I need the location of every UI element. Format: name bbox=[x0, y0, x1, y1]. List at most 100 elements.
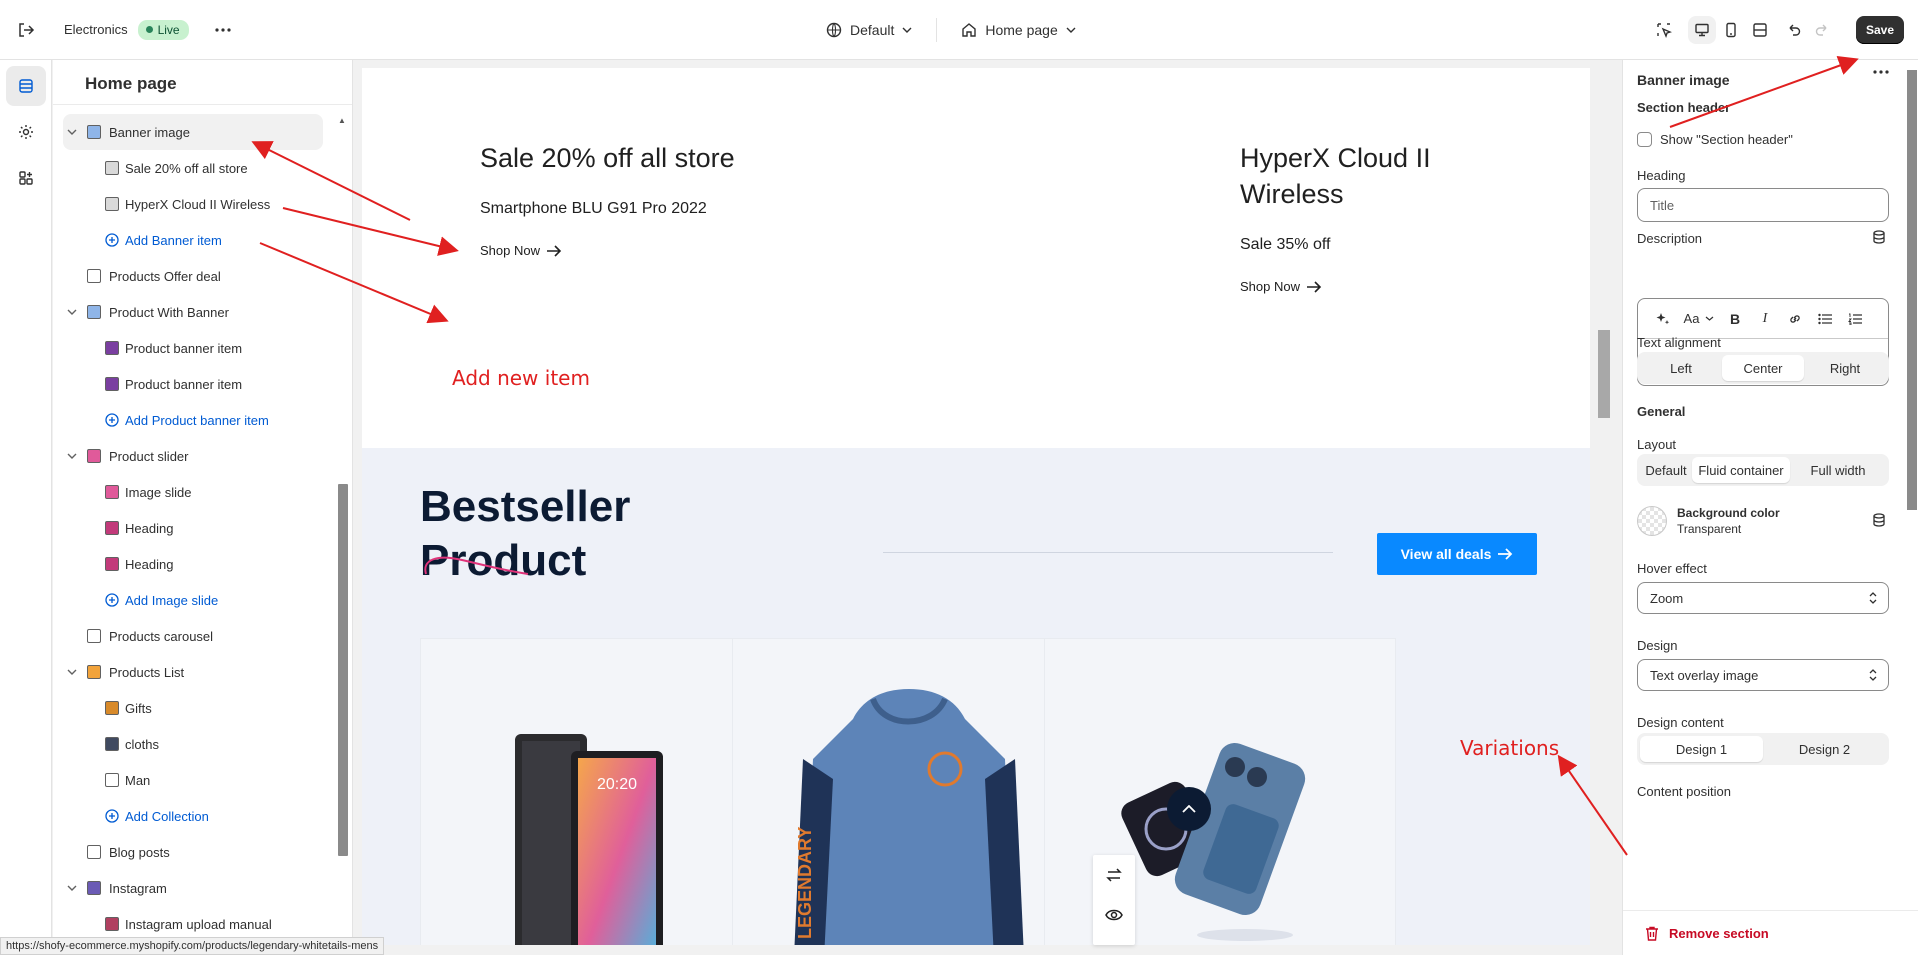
align-left-option[interactable]: Left bbox=[1640, 355, 1722, 381]
block-item[interactable]: Gifts bbox=[63, 690, 323, 726]
block-item[interactable]: Image slide bbox=[63, 474, 323, 510]
chevron-down-icon bbox=[1066, 27, 1076, 33]
dynamic-source-button[interactable] bbox=[1872, 513, 1886, 527]
heading-input[interactable]: Title bbox=[1637, 188, 1889, 222]
app-embeds-tab[interactable] bbox=[6, 158, 46, 198]
page-selector[interactable]: Home page bbox=[953, 16, 1083, 44]
plus-circle-icon bbox=[105, 593, 119, 607]
block-item[interactable]: Heading bbox=[63, 546, 323, 582]
bg-color-label: Background color bbox=[1677, 506, 1780, 520]
chevron-down-icon bbox=[1706, 316, 1714, 321]
block-item[interactable]: Sale 20% off all store bbox=[63, 150, 323, 186]
chevron-down-icon[interactable] bbox=[67, 125, 77, 139]
scroll-up-arrow[interactable]: ▲ bbox=[338, 116, 346, 125]
product-card[interactable]: LEGENDARY bbox=[732, 638, 1084, 945]
chevron-down-icon[interactable] bbox=[67, 449, 77, 463]
product-banner-icon bbox=[105, 341, 119, 355]
save-button[interactable]: Save bbox=[1856, 16, 1904, 44]
bestseller-section[interactable]: BestsellerProduct View all deals 20:20 bbox=[362, 448, 1590, 945]
item-label: Product banner item bbox=[125, 377, 243, 392]
desktop-view-button[interactable] bbox=[1688, 16, 1716, 44]
more-actions-button[interactable] bbox=[211, 18, 235, 42]
theme-selector[interactable]: Default bbox=[818, 16, 920, 44]
preview-scrollbar[interactable] bbox=[1598, 68, 1610, 945]
shop-now-link[interactable]: Shop Now bbox=[1240, 279, 1322, 294]
section-item[interactable]: Banner image bbox=[63, 114, 323, 150]
top-bar: Electronics Live Default Home page Save bbox=[0, 0, 1918, 60]
section-item[interactable]: Blog posts bbox=[63, 834, 323, 870]
mobile-view-button[interactable] bbox=[1717, 16, 1745, 44]
layout-fluid-option[interactable]: Fluid container bbox=[1692, 457, 1790, 483]
block-item[interactable]: Heading bbox=[63, 510, 323, 546]
design-2-option[interactable]: Design 2 bbox=[1763, 736, 1886, 762]
section-item[interactable]: Products carousel bbox=[63, 618, 323, 654]
inspector-button[interactable] bbox=[1650, 16, 1678, 44]
chevron-down-icon[interactable] bbox=[67, 665, 77, 679]
settings-panel: Banner image Section header Show "Sectio… bbox=[1622, 60, 1918, 955]
banner-section[interactable]: Sale 20% off all store Smartphone BLU G9… bbox=[362, 68, 1590, 448]
hover-effect-select[interactable]: Zoom bbox=[1637, 582, 1889, 614]
italic-button[interactable]: I bbox=[1750, 305, 1780, 333]
item-label: HyperX Cloud II Wireless bbox=[125, 197, 271, 212]
add-item-button[interactable]: Add Product banner item bbox=[63, 402, 323, 438]
block-item[interactable]: cloths bbox=[63, 726, 323, 762]
compare-button[interactable] bbox=[1093, 855, 1135, 895]
eye-icon bbox=[1105, 909, 1123, 921]
block-item[interactable]: Product banner item bbox=[63, 366, 323, 402]
undo-button[interactable] bbox=[1780, 16, 1808, 44]
text-style-dropdown[interactable]: Aa bbox=[1678, 305, 1720, 333]
add-item-button[interactable]: Add Banner item bbox=[63, 222, 323, 258]
section-item[interactable]: Products List bbox=[63, 654, 323, 690]
checkbox-box[interactable] bbox=[1637, 132, 1652, 147]
show-header-checkbox[interactable]: Show "Section header" bbox=[1637, 132, 1793, 147]
description-label: Description bbox=[1637, 231, 1703, 246]
fullscreen-view-button[interactable] bbox=[1746, 16, 1774, 44]
design-select[interactable]: Text overlay image bbox=[1637, 659, 1889, 691]
quick-view-button[interactable] bbox=[1093, 895, 1135, 935]
settings-scrollbar[interactable] bbox=[1907, 70, 1917, 510]
align-center-option[interactable]: Center bbox=[1722, 355, 1804, 381]
settings-title: Banner image bbox=[1637, 72, 1730, 88]
align-right-option[interactable]: Right bbox=[1804, 355, 1886, 381]
redo-button[interactable] bbox=[1808, 16, 1836, 44]
item-label: Blog posts bbox=[109, 845, 170, 860]
block-item[interactable]: Instagram upload manual bbox=[63, 906, 323, 940]
shop-now-link[interactable]: Shop Now bbox=[480, 243, 562, 258]
sections-tab[interactable] bbox=[6, 66, 46, 106]
section-item[interactable]: Product slider bbox=[63, 438, 323, 474]
chevron-down-icon[interactable] bbox=[67, 881, 77, 895]
theme-settings-tab[interactable] bbox=[6, 112, 46, 152]
section-item[interactable]: Instagram bbox=[63, 870, 323, 906]
design-1-option[interactable]: Design 1 bbox=[1640, 736, 1763, 762]
settings-more-button[interactable] bbox=[1873, 70, 1889, 74]
remove-section-button[interactable]: Remove section bbox=[1623, 910, 1918, 955]
section-item[interactable]: Products Offer deal bbox=[63, 258, 323, 294]
dynamic-source-button[interactable] bbox=[1872, 230, 1886, 244]
color-swatch[interactable] bbox=[1637, 506, 1667, 536]
view-all-deals-button[interactable]: View all deals bbox=[1377, 533, 1537, 575]
layout-full-width-option[interactable]: Full width bbox=[1790, 457, 1886, 483]
general-heading: General bbox=[1637, 404, 1686, 419]
ai-generate-button[interactable] bbox=[1648, 305, 1678, 333]
sidebar-scrollbar[interactable] bbox=[338, 484, 348, 856]
add-item-button[interactable]: Add Collection bbox=[63, 798, 323, 834]
numbered-list-button[interactable] bbox=[1840, 305, 1870, 333]
item-label: Products List bbox=[109, 665, 185, 680]
scroll-to-top-button[interactable] bbox=[1167, 787, 1211, 831]
add-item-button[interactable]: Add Image slide bbox=[63, 582, 323, 618]
layout-default-option[interactable]: Default bbox=[1640, 457, 1692, 483]
block-item[interactable]: Product banner item bbox=[63, 330, 323, 366]
banner-subtitle: Smartphone BLU G91 Pro 2022 bbox=[480, 200, 707, 217]
section-item[interactable]: Product With Banner bbox=[63, 294, 323, 330]
block-item[interactable]: HyperX Cloud II Wireless bbox=[63, 186, 323, 222]
bullet-list-button[interactable] bbox=[1810, 305, 1840, 333]
mobile-icon bbox=[1726, 22, 1736, 38]
tablet-product-image: 20:20 bbox=[515, 734, 663, 945]
link-button[interactable] bbox=[1780, 305, 1810, 333]
exit-button[interactable] bbox=[0, 0, 52, 60]
design-label: Design bbox=[1637, 638, 1678, 653]
bold-button[interactable]: B bbox=[1720, 305, 1750, 333]
product-card[interactable]: 20:20 bbox=[420, 638, 772, 945]
chevron-down-icon[interactable] bbox=[67, 305, 77, 319]
block-item[interactable]: Man bbox=[63, 762, 323, 798]
